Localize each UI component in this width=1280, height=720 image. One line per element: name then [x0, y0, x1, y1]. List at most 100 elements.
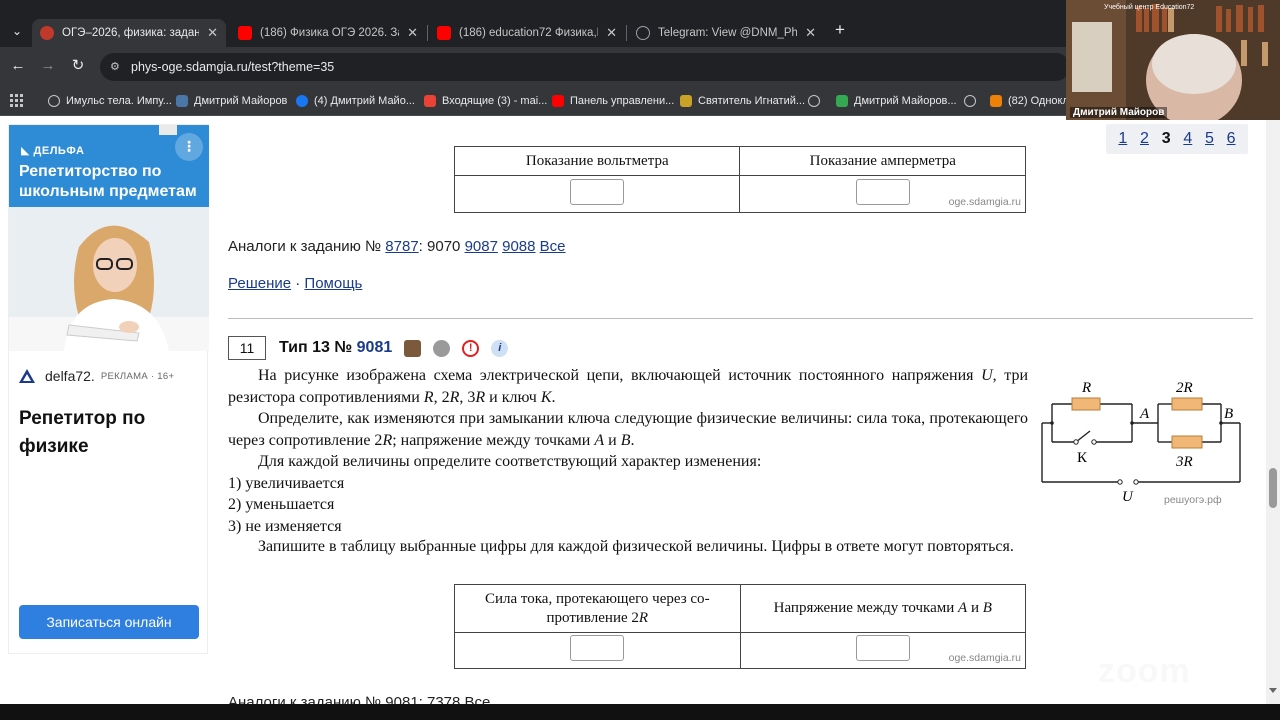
webcam-overlay: Учебный центр Education72 Дмитрий Майоро… [1066, 0, 1280, 120]
dolphin-logo-icon: ◣ [21, 145, 30, 157]
close-icon[interactable]: ✕ [606, 25, 617, 41]
page-current: 3 [1161, 130, 1171, 147]
close-icon[interactable]: ✕ [805, 25, 816, 41]
url-text: phys-oge.sdamgia.ru/test?theme=35 [131, 60, 335, 74]
globe-icon [808, 95, 820, 107]
bookmark-youtube-panel[interactable]: Панель управлени... [552, 92, 674, 110]
analog-link[interactable]: 9088 [502, 238, 535, 255]
page-link-2[interactable]: 2 [1140, 130, 1149, 148]
table-header: Сила тока, протекающего через со­противл… [454, 584, 741, 633]
label-K: К [1077, 450, 1088, 466]
analog-link[interactable]: 8787 [385, 238, 418, 255]
bookmark-globe[interactable] [808, 92, 826, 110]
answer-cell [453, 175, 741, 213]
page-link-1[interactable]: 1 [1118, 130, 1127, 148]
bookmark-gmail[interactable]: Входящие (3) - mai... [424, 92, 547, 110]
scroll-down-arrow-icon[interactable] [1269, 688, 1277, 693]
table-header: Показание вольтметра [453, 146, 741, 176]
watermark: решуогэ.рф [1164, 494, 1222, 506]
status-circle-icon[interactable] [433, 339, 451, 357]
webcam-video [1066, 0, 1280, 120]
close-icon[interactable]: ✕ [407, 25, 418, 41]
bookmark-facebook[interactable]: (4) Дмитрий Майо... [296, 92, 415, 110]
webcam-logo: Учебный центр Education72 [1104, 4, 1195, 11]
answer-input[interactable] [570, 635, 625, 661]
bookmark-odnoklassniki[interactable]: (82) Однокл [990, 92, 1069, 110]
tab-telegram[interactable]: Telegram: View @DNM_Physics ✕ [628, 19, 824, 47]
task-instruction: Запишите в таблицу выбранные цифры для к… [258, 538, 1014, 555]
address-bar[interactable]: ⚙ phys-oge.sdamgia.ru/test?theme=35 [100, 53, 1070, 81]
task-paragraph: Для каждой величины определите соответст… [258, 453, 762, 470]
answer-input[interactable] [855, 635, 910, 661]
bookmark-vk[interactable]: Дмитрий Майоров [176, 92, 287, 110]
prev-answer-table: Показание вольтметра Показание амперметр… [453, 146, 1026, 213]
web-page: ◣ ДЕЛЬФА ⋮ Репетиторство по школьным пре… [0, 116, 1280, 704]
analog-all-link[interactable]: Все [540, 238, 566, 255]
tab-separator [427, 25, 428, 41]
bookmark-ignatiy[interactable]: Святитель Игнатий... [680, 92, 805, 110]
ad-banner[interactable]: ◣ ДЕЛЬФА ⋮ Репетиторство по школьным пре… [9, 125, 209, 351]
delfa-logo-icon [19, 369, 35, 383]
page-link-6[interactable]: 6 [1227, 130, 1236, 148]
option-item: 1) увеличивается [228, 474, 345, 492]
ad-scroll-indicator [159, 125, 177, 135]
forward-arrow-icon[interactable]: → [37, 55, 59, 77]
divider [228, 318, 1253, 319]
answer-cell: oge.sdamgia.ru [739, 175, 1026, 213]
site-info-icon[interactable]: ⚙ [110, 60, 124, 74]
tab-youtube-1[interactable]: (186) Физика ОГЭ 2026. Задан ✕ [230, 19, 426, 47]
tab-youtube-2[interactable]: (186) education72 Физика,Мат ✕ [429, 19, 625, 47]
info-icon[interactable]: i [491, 339, 509, 357]
watermark: oge.sdamgia.ru [948, 196, 1021, 208]
task-id-link[interactable]: 9081 [357, 339, 393, 356]
task-number: 11 [228, 336, 266, 360]
help-link[interactable]: Помощь [304, 275, 362, 292]
participant-name: Дмитрий Майоров [1070, 107, 1168, 118]
answer-input[interactable] [855, 178, 910, 205]
main-content: Показание вольтметра Показание амперметр… [228, 116, 1258, 704]
solution-link[interactable]: Решение [228, 275, 291, 292]
ad-signup-button[interactable]: Записаться онлайн [19, 605, 199, 639]
task-pager: 1 2 3 4 5 6 [1106, 124, 1248, 154]
student-girl-image [9, 207, 209, 351]
ad-site-row[interactable]: delfa72. РЕКЛАМА · 16+ [19, 368, 174, 384]
task-paragraph: Определите, как изменяются при замыкании… [228, 410, 1028, 449]
briefcase-icon[interactable] [404, 339, 422, 357]
bookmark-impulse[interactable]: Имульс тела. Импу... [48, 92, 172, 110]
table-header: Показание амперметра [739, 146, 1026, 176]
youtube-icon [238, 26, 252, 40]
youtube-icon [437, 26, 451, 40]
solution-row: Решение · Помощь [228, 275, 363, 292]
tab-search-chevron-icon[interactable]: ⌄ [6, 20, 28, 42]
more-options-icon[interactable]: ⋮ [175, 133, 203, 161]
task-type: Тип 13 № 9081 [279, 339, 393, 356]
advertisement[interactable]: ◣ ДЕЛЬФА ⋮ Репетиторство по школьным пре… [8, 124, 209, 654]
page-link-4[interactable]: 4 [1183, 130, 1192, 148]
label-U: U [1122, 489, 1134, 505]
tab-separator [626, 25, 627, 41]
reload-icon[interactable]: ↻ [67, 55, 89, 77]
sdamgia-favicon-icon [40, 26, 54, 40]
scrollbar[interactable] [1266, 116, 1280, 704]
new-tab-button[interactable]: + [830, 20, 850, 40]
label-B: B [1224, 406, 1233, 422]
tab-oge-physics[interactable]: ОГЭ–2026, физика: задания, от ✕ [32, 19, 226, 47]
gmail-icon [424, 95, 436, 107]
scrollbar-thumb[interactable] [1269, 468, 1277, 508]
label-3R: 3R [1175, 454, 1193, 470]
vk-icon [176, 95, 188, 107]
label-R: R [1081, 380, 1091, 396]
back-arrow-icon[interactable]: ← [7, 55, 29, 77]
apps-grid-icon[interactable] [10, 94, 23, 107]
task-paragraph: На рисунке изображена схема электрическо… [228, 367, 1028, 406]
page-link-5[interactable]: 5 [1205, 130, 1214, 148]
task-answer-table: Сила тока, протекающего через со­противл… [454, 584, 1027, 669]
book-icon [680, 95, 692, 107]
bookmark-globe-2[interactable] [964, 92, 982, 110]
analog-link[interactable]: 9087 [465, 238, 498, 255]
answer-input[interactable] [570, 178, 625, 205]
report-error-icon[interactable]: ! [462, 339, 480, 357]
bookmark-mayorov[interactable]: Дмитрий Майоров... [836, 92, 957, 110]
close-icon[interactable]: ✕ [207, 25, 218, 41]
task-text: На рисунке изображена схема электрическо… [228, 365, 1028, 537]
